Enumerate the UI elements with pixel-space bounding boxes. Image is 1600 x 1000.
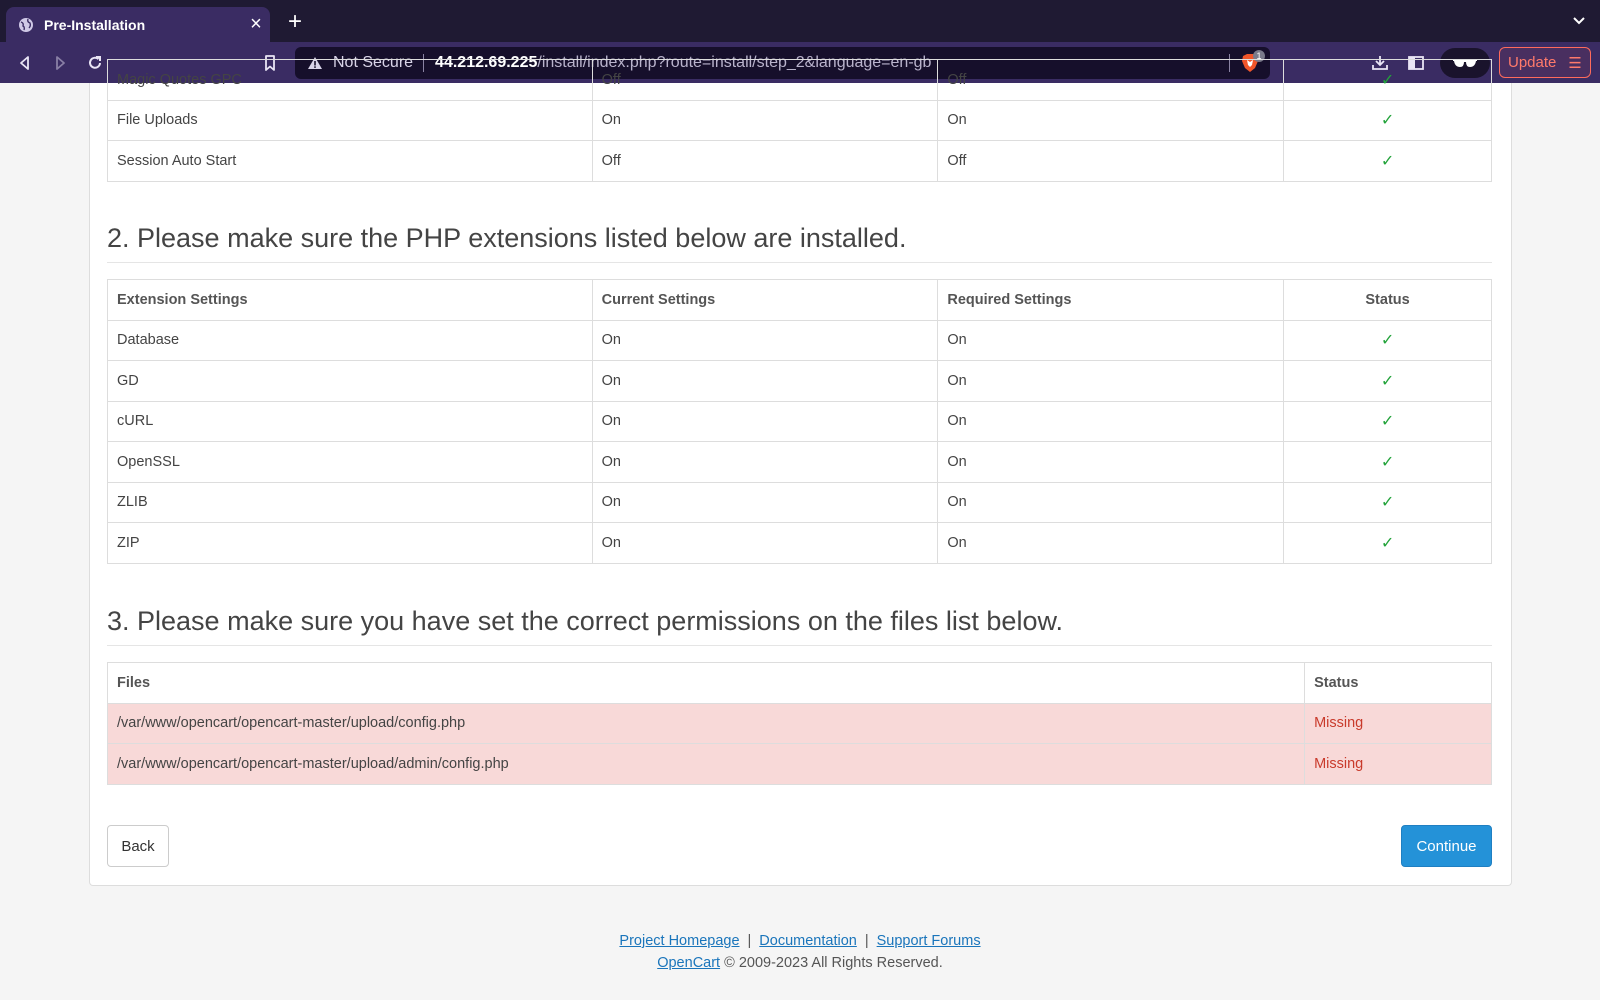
new-tab-button[interactable]: + [282, 10, 308, 36]
required-value: On [937, 441, 1285, 483]
check-icon: ✓ [1283, 99, 1492, 141]
check-icon: ✓ [1283, 481, 1492, 523]
check-icon: ✓ [1283, 140, 1492, 182]
required-value: On [937, 319, 1285, 361]
extensions-table: Extension Settings Current Settings Requ… [107, 279, 1492, 564]
current-value: On [591, 441, 939, 483]
col-required-settings: Required Settings [937, 279, 1285, 321]
table-row: /var/www/opencart/opencart-master/upload… [106, 702, 1492, 744]
extensions-header-row: Extension Settings Current Settings Requ… [107, 279, 1492, 321]
current-value: On [591, 522, 939, 564]
required-value: On [937, 99, 1285, 141]
file-path: /var/www/opencart/opencart-master/upload… [106, 743, 1306, 785]
permissions-header-row: Files Status [106, 662, 1492, 704]
permissions-table: Files Status /var/www/opencart/opencart-… [106, 662, 1492, 785]
documentation-link[interactable]: Documentation [759, 933, 857, 949]
globe-icon [18, 17, 34, 33]
update-button[interactable]: Update ☰ [1499, 47, 1591, 78]
page-footer: Project Homepage | Documentation | Support F… [0, 930, 1600, 974]
extension-name: cURL [107, 400, 593, 442]
col-files: Files [106, 662, 1306, 704]
tab-title: Pre-Installation [44, 16, 146, 33]
current-value: On [591, 400, 939, 442]
extension-name: GD [107, 360, 593, 402]
permissions-section-title: 3. Please make sure you have set the cor… [107, 606, 1492, 646]
menu-icon: ☰ [1568, 54, 1582, 72]
check-icon: ✓ [1283, 400, 1492, 442]
status-badge: Missing [1304, 702, 1492, 744]
back-arrow-icon[interactable] [10, 48, 40, 78]
current-value: Off [591, 140, 939, 182]
current-value: Off [591, 59, 939, 101]
setting-name: Magic Quotes GPC [107, 59, 593, 101]
col-file-status: Status [1304, 662, 1492, 704]
table-row: cURL On On ✓ [107, 400, 1492, 442]
browser-tab[interactable]: Pre-Installation × [6, 7, 270, 42]
status-badge: Missing [1304, 743, 1492, 785]
forward-arrow-icon[interactable] [45, 48, 75, 78]
extension-name: Database [107, 319, 593, 361]
current-value: On [591, 319, 939, 361]
current-value: On [591, 481, 939, 523]
check-icon: ✓ [1283, 360, 1492, 402]
extension-name: ZLIB [107, 481, 593, 523]
continue-button[interactable]: Continue [1401, 825, 1492, 867]
file-path: /var/www/opencart/opencart-master/upload… [106, 702, 1306, 744]
col-current-settings: Current Settings [591, 279, 939, 321]
col-extension-settings: Extension Settings [107, 279, 593, 321]
table-row: Database On On ✓ [107, 319, 1492, 361]
project-homepage-link[interactable]: Project Homepage [619, 933, 739, 949]
required-value: On [937, 360, 1285, 402]
col-status: Status [1283, 279, 1492, 321]
check-icon: ✓ [1283, 319, 1492, 361]
extensions-section-title: 2. Please make sure the PHP extensions l… [107, 223, 1492, 263]
table-row: Session Auto Start Off Off ✓ [107, 140, 1492, 182]
opencart-link[interactable]: OpenCart [657, 955, 720, 971]
footer-separator: | [864, 933, 869, 949]
chevron-down-icon[interactable] [1567, 12, 1591, 36]
table-row: OpenSSL On On ✓ [107, 441, 1492, 483]
browser-tab-bar: Pre-Installation × + [0, 0, 1600, 42]
table-row: GD On On ✓ [107, 360, 1492, 402]
current-value: On [591, 360, 939, 402]
required-value: On [937, 522, 1285, 564]
update-label: Update [1508, 54, 1557, 71]
extension-name: ZIP [107, 522, 593, 564]
check-icon: ✓ [1283, 522, 1492, 564]
table-row: File Uploads On On ✓ [107, 99, 1492, 141]
setting-name: Session Auto Start [107, 140, 593, 182]
required-value: On [937, 481, 1285, 523]
setting-name: File Uploads [107, 99, 593, 141]
required-value: Off [937, 140, 1285, 182]
table-row: Magic Quotes GPC Off Off ✓ [107, 59, 1492, 101]
check-icon: ✓ [1283, 59, 1492, 101]
check-icon: ✓ [1283, 441, 1492, 483]
close-icon[interactable]: × [242, 11, 270, 39]
back-button[interactable]: Back [107, 825, 169, 867]
footer-separator: | [747, 933, 752, 949]
current-value: On [591, 99, 939, 141]
php-settings-table: Magic Quotes GPC Off Off ✓ File Uploads On On ✓… [107, 59, 1492, 182]
required-value: On [937, 400, 1285, 442]
table-row: ZIP On On ✓ [107, 522, 1492, 564]
required-value: Off [937, 59, 1285, 101]
footer-links: Project Homepage | Documentation | Support F… [0, 930, 1600, 952]
table-row: /var/www/opencart/opencart-master/upload… [106, 743, 1492, 785]
support-forums-link[interactable]: Support Forums [877, 933, 981, 949]
footer-copyright: OpenCart © 2009-2023 All Rights Reserved… [0, 952, 1600, 974]
reload-icon[interactable] [80, 48, 110, 78]
copyright-text: © 2009-2023 All Rights Reserved. [724, 955, 943, 971]
extension-name: OpenSSL [107, 441, 593, 483]
table-row: ZLIB On On ✓ [107, 481, 1492, 523]
